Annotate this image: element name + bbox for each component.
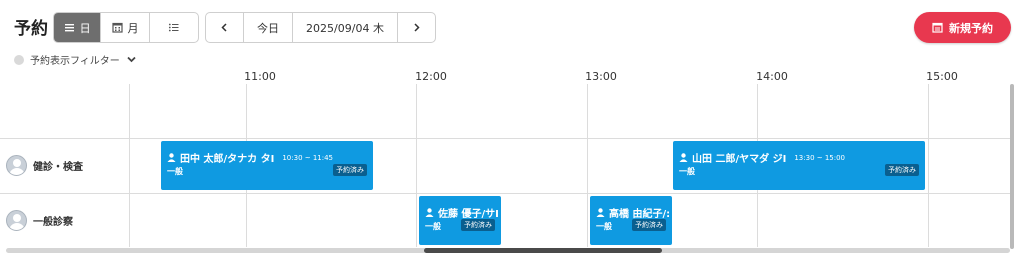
- hour-gridline: [416, 84, 417, 247]
- hour-gridline: [587, 84, 588, 247]
- date-navigation: 今日 2025/09/04 木: [205, 12, 436, 43]
- new-reservation-label: 新規予約: [949, 21, 993, 35]
- bullet-list-icon: [169, 23, 179, 32]
- appointment-block[interactable]: 田中 太郎/タナカ タI 10:30 ~ 11:45 一般 予約済み: [161, 141, 373, 190]
- appointment-time: 10:30 ~ 11:45: [282, 153, 334, 162]
- hour-label: 15:00: [926, 70, 958, 83]
- appointment-block[interactable]: 山田 二郎/ヤマダ ジI 13:30 ~ 15:00 一般 予約済み: [673, 141, 925, 190]
- appointment-block[interactable]: 高橋 由紀子/: 一般 予約済み: [590, 196, 672, 245]
- appointment-type: 一般: [596, 222, 612, 231]
- avatar: [6, 210, 27, 231]
- hour-label: 11:00: [244, 70, 276, 83]
- avatar: [6, 155, 27, 176]
- patient-name: 高橋 由紀子/:: [609, 209, 671, 220]
- day-view-label: 日: [79, 21, 91, 35]
- status-badge: 予約済み: [885, 164, 919, 176]
- hour-gridline: [928, 84, 929, 247]
- user-icon: [425, 208, 434, 217]
- status-badge: 予約済み: [461, 219, 495, 231]
- row-divider: [0, 138, 1010, 139]
- next-day-button[interactable]: [398, 13, 435, 42]
- patient-name: 田中 太郎/タナカ タI: [180, 154, 275, 165]
- chevron-down-icon: [127, 56, 136, 63]
- chevron-left-icon: [221, 23, 227, 32]
- current-date-button[interactable]: 2025/09/04 木: [293, 13, 398, 42]
- today-label: 今日: [257, 21, 279, 35]
- view-switcher: 日 月: [53, 12, 199, 43]
- status-badge: 予約済み: [333, 164, 367, 176]
- hour-label: 14:00: [756, 70, 788, 83]
- appointment-header: 田中 太郎/タナカ タI 10:30 ~ 11:45: [167, 150, 333, 165]
- current-date-label: 2025/09/04 木: [306, 21, 384, 35]
- filter-status-dot: [14, 54, 24, 65]
- prev-day-button[interactable]: [206, 13, 244, 42]
- list-lines-icon: [64, 24, 74, 32]
- calendar-grid-icon: [111, 22, 123, 33]
- resource-name: 健診・検査: [33, 162, 83, 173]
- resource-column-divider: [129, 84, 130, 247]
- appointment-type: 一般: [425, 222, 441, 231]
- day-view-button[interactable]: 日: [54, 13, 102, 42]
- appointment-time: 13:30 ~ 15:00: [794, 153, 846, 162]
- appointment-header: 佐藤 優子/サI: [425, 205, 499, 220]
- appointment-header: 山田 二郎/ヤマダ ジI 13:30 ~ 15:00: [679, 150, 845, 165]
- user-icon: [596, 208, 605, 217]
- status-badge: 予約済み: [632, 219, 666, 231]
- page-title: 予約: [14, 19, 48, 39]
- row-divider: [0, 193, 1010, 194]
- patient-name: 山田 二郎/ヤマダ ジI: [692, 154, 787, 165]
- vertical-scrollbar[interactable]: [1010, 84, 1014, 249]
- today-button[interactable]: 今日: [244, 13, 293, 42]
- chevron-right-icon: [414, 23, 420, 32]
- hour-label: 13:00: [585, 70, 617, 83]
- month-view-label: 月: [127, 21, 139, 35]
- hour-label: 12:00: [415, 70, 447, 83]
- appointment-type: 一般: [167, 167, 183, 176]
- appointment-type: 一般: [679, 167, 695, 176]
- resource-name: 一般診察: [33, 217, 73, 228]
- resource-row-label: 一般診察: [6, 210, 73, 231]
- user-icon: [167, 153, 176, 162]
- new-reservation-button[interactable]: 新規予約: [914, 12, 1011, 43]
- appointment-block[interactable]: 佐藤 優子/サI 一般 予約済み: [419, 196, 501, 245]
- month-view-button[interactable]: 月: [101, 13, 150, 42]
- list-view-button[interactable]: [150, 13, 198, 42]
- appointment-header: 高橋 由紀子/:: [596, 205, 670, 220]
- calendar-icon: [932, 22, 943, 33]
- resource-row-label: 健診・検査: [6, 155, 83, 176]
- filter-label: 予約表示フィルター: [30, 56, 120, 67]
- user-icon: [679, 153, 688, 162]
- patient-name: 佐藤 優子/サI: [438, 209, 499, 220]
- reservation-filter-toggle[interactable]: 予約表示フィルター: [14, 52, 137, 67]
- horizontal-scrollbar-thumb[interactable]: [424, 248, 662, 253]
